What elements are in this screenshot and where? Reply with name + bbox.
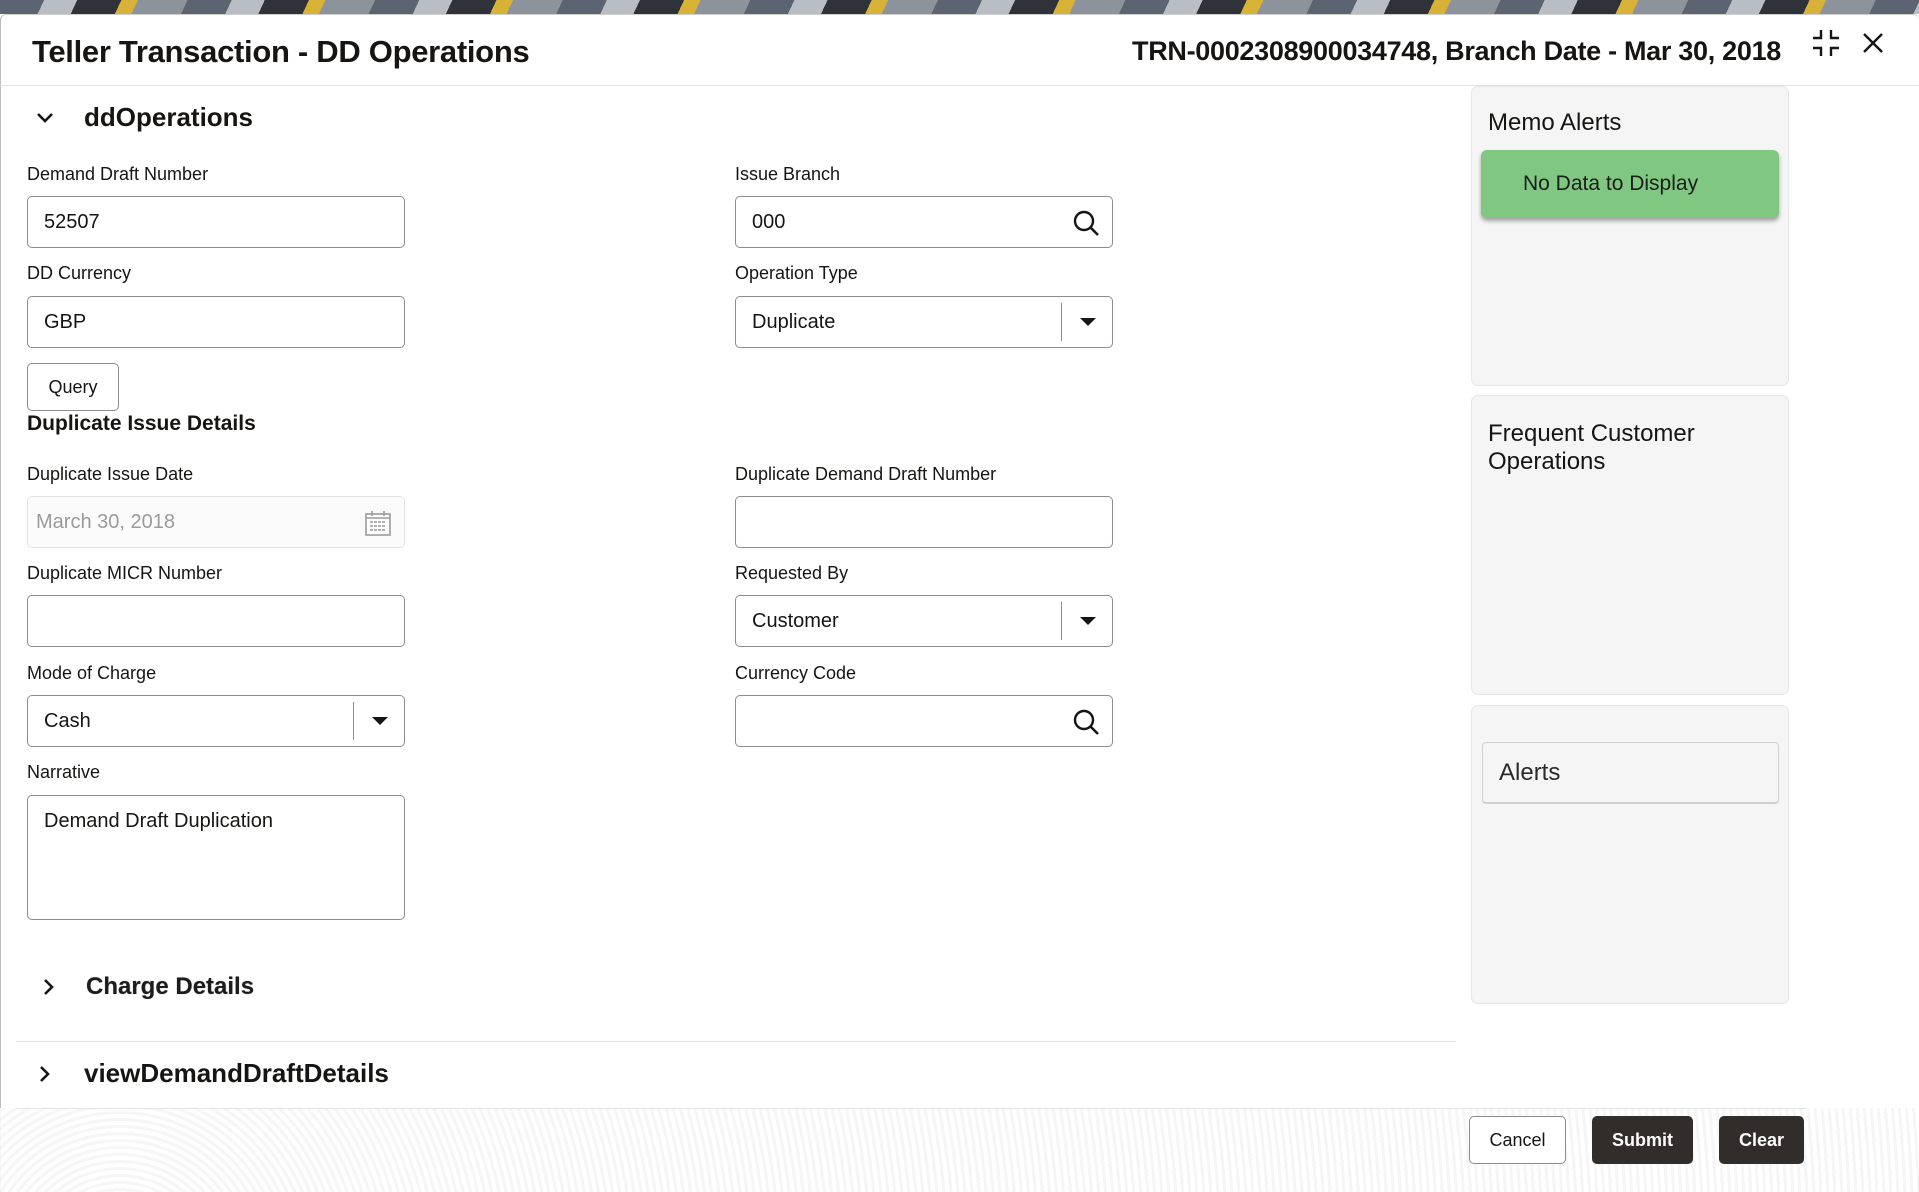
- collapse-icon[interactable]: [1811, 28, 1841, 58]
- dd-currency-input[interactable]: GBP: [27, 296, 405, 348]
- cancel-button[interactable]: Cancel: [1469, 1116, 1566, 1164]
- demand-draft-number-value: 52507: [44, 210, 100, 233]
- mode-of-charge-label: Mode of Charge: [27, 663, 157, 683]
- currency-code-input[interactable]: [735, 695, 1113, 747]
- requested-by-select[interactable]: Customer: [735, 595, 1113, 647]
- section-charge-details-toggle[interactable]: Charge Details: [38, 973, 254, 1001]
- narrative-textarea[interactable]: Demand Draft Duplication: [27, 795, 405, 920]
- duplicate-demand-draft-number-input[interactable]: [735, 496, 1113, 548]
- frequent-customer-operations-title: Frequent Customer Operations: [1488, 420, 1695, 475]
- search-icon[interactable]: [1072, 708, 1100, 736]
- section-title: Charge Details: [86, 973, 255, 1000]
- operation-type-value: Duplicate: [752, 310, 836, 333]
- chevron-right-icon: [44, 979, 54, 995]
- page-title: Teller Transaction - DD Operations: [32, 34, 530, 69]
- close-icon[interactable]: [1860, 30, 1886, 56]
- search-icon[interactable]: [1072, 209, 1100, 237]
- clear-button[interactable]: Clear: [1719, 1116, 1804, 1164]
- duplicate-issue-date-value: March 30, 2018: [36, 510, 175, 533]
- duplicate-issue-date-input: March 30, 2018: [27, 496, 405, 548]
- section-divider: [16, 1041, 1456, 1042]
- chevron-right-icon: [40, 1065, 50, 1082]
- duplicate-micr-number-input[interactable]: [27, 595, 405, 647]
- issue-branch-input[interactable]: 000: [735, 196, 1113, 248]
- duplicate-micr-number-label: Duplicate MICR Number: [27, 563, 223, 583]
- issue-branch-value: 000: [752, 210, 786, 233]
- section-title: ddOperations: [84, 102, 254, 132]
- memo-alerts-title: Memo Alerts: [1488, 109, 1622, 136]
- memo-alerts-panel: Memo Alerts No Data to Display: [1471, 86, 1789, 386]
- alerts-panel: Alerts: [1471, 705, 1789, 1004]
- chevron-down-icon: [37, 112, 53, 123]
- dd-currency-label: DD Currency: [27, 263, 132, 283]
- footer-divider: [16, 1108, 1806, 1109]
- issue-branch-label: Issue Branch: [735, 164, 841, 184]
- section-ddoperations-toggle[interactable]: ddOperations: [34, 102, 253, 133]
- calendar-icon: [365, 511, 391, 536]
- mode-of-charge-value: Cash: [44, 709, 91, 732]
- narrative-value: Demand Draft Duplication: [44, 810, 273, 832]
- section-title: viewDemandDraftDetails: [84, 1058, 389, 1088]
- mode-of-charge-select[interactable]: Cash: [27, 695, 405, 747]
- narrative-label: Narrative: [27, 762, 101, 782]
- frequent-customer-operations-panel: Frequent Customer Operations: [1471, 395, 1789, 695]
- currency-code-label: Currency Code: [735, 663, 857, 683]
- duplicate-issue-details-heading: Duplicate Issue Details: [27, 412, 256, 435]
- transaction-reference: TRN-0002308900034748, Branch Date - Mar …: [1132, 36, 1781, 66]
- caret-down-icon[interactable]: [1080, 617, 1096, 625]
- requested-by-label: Requested By: [735, 563, 849, 583]
- select-divider: [353, 702, 354, 740]
- select-divider: [1061, 602, 1062, 640]
- duplicate-issue-date-label: Duplicate Issue Date: [27, 464, 194, 484]
- no-data-message: No Data to Display: [1481, 150, 1779, 218]
- background-banner: [0, 0, 1919, 14]
- duplicate-demand-draft-number-label: Duplicate Demand Draft Number: [735, 464, 997, 484]
- operation-type-select[interactable]: Duplicate: [735, 296, 1113, 348]
- query-button[interactable]: Query: [27, 363, 119, 411]
- caret-down-icon[interactable]: [372, 717, 388, 725]
- dialog-header: Teller Transaction - DD Operations TRN-0…: [0, 14, 1919, 86]
- select-divider: [1061, 303, 1062, 341]
- caret-down-icon[interactable]: [1080, 318, 1096, 326]
- section-view-demand-draft-details-toggle[interactable]: viewDemandDraftDetails: [34, 1058, 389, 1089]
- submit-button[interactable]: Submit: [1592, 1116, 1693, 1164]
- demand-draft-number-input[interactable]: 52507: [27, 196, 405, 248]
- dd-currency-value: GBP: [44, 310, 87, 333]
- requested-by-value: Customer: [752, 609, 839, 632]
- demand-draft-number-label: Demand Draft Number: [27, 164, 209, 184]
- alerts-header[interactable]: Alerts: [1482, 742, 1779, 804]
- operation-type-label: Operation Type: [735, 263, 858, 283]
